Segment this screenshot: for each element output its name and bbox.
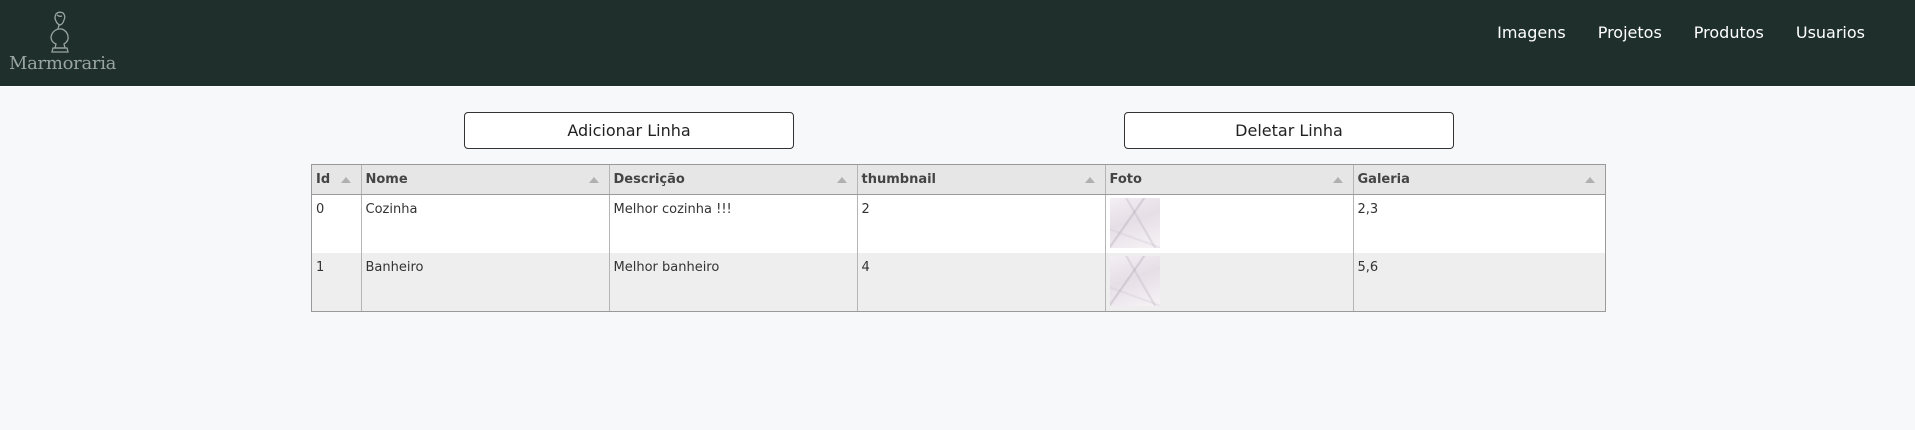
table-row[interactable]: 0 Cozinha Melhor cozinha !!! 2 2,3 [312, 194, 1605, 253]
nav-item-produtos[interactable]: Produtos [1694, 23, 1764, 42]
cell-galeria[interactable]: 2,3 [1353, 194, 1605, 253]
navbar: Marmoraria Imagens Projetos Produtos Usu… [0, 0, 1915, 87]
cell-nome[interactable]: Cozinha [361, 194, 610, 253]
sort-arrow-icon[interactable] [340, 177, 351, 183]
sort-arrow-icon[interactable] [1585, 177, 1595, 183]
cell-nome[interactable]: Banheiro [361, 252, 610, 311]
sort-arrow-icon[interactable] [588, 177, 599, 183]
cell-descricao[interactable]: Melhor banheiro [609, 252, 858, 311]
cell-foto[interactable] [1105, 194, 1354, 253]
column-header-galeria[interactable]: Galeria [1353, 165, 1605, 195]
data-grid: Id Nome Descrição thumbnail Foto Galeria… [311, 164, 1606, 312]
column-header-label: Galeria [1357, 172, 1410, 187]
table-row[interactable]: 1 Banheiro Melhor banheiro 4 5,6 [312, 252, 1605, 311]
cell-thumbnail[interactable]: 4 [857, 252, 1106, 311]
column-header-thumbnail[interactable]: thumbnail [857, 165, 1106, 195]
cell-galeria[interactable]: 5,6 [1353, 252, 1605, 311]
brand[interactable]: Marmoraria [9, 10, 119, 76]
brand-name: Marmoraria [9, 53, 117, 74]
column-header-label: Foto [1109, 172, 1142, 187]
column-header-label: thumbnail [861, 172, 937, 187]
delete-row-button[interactable]: Deletar Linha [1124, 112, 1454, 149]
sort-arrow-icon[interactable] [1332, 177, 1343, 183]
nav-item-projetos[interactable]: Projetos [1598, 23, 1662, 42]
column-header-foto[interactable]: Foto [1105, 165, 1354, 195]
cell-descricao[interactable]: Melhor cozinha !!! [609, 194, 858, 253]
sort-arrow-icon[interactable] [1084, 177, 1095, 183]
add-row-button[interactable]: Adicionar Linha [464, 112, 794, 149]
bust-statue-icon [50, 11, 69, 53]
cell-id[interactable]: 1 [312, 252, 362, 311]
marble-thumbnail [1109, 198, 1160, 248]
column-header-nome[interactable]: Nome [361, 165, 610, 195]
nav-item-usuarios[interactable]: Usuarios [1796, 23, 1865, 42]
column-header-label: Nome [365, 172, 408, 187]
sort-arrow-icon[interactable] [836, 177, 847, 183]
column-header-label: Descrição [613, 172, 685, 187]
column-header-label: Id [316, 172, 331, 187]
nav-item-imagens[interactable]: Imagens [1497, 23, 1566, 42]
cell-id[interactable]: 0 [312, 194, 362, 253]
cell-foto[interactable] [1105, 252, 1354, 311]
column-header-id[interactable]: Id [312, 165, 362, 195]
nav-links: Imagens Projetos Produtos Usuarios [1465, 0, 1865, 64]
data-table: Id Nome Descrição thumbnail Foto Galeria… [312, 165, 1605, 311]
header-row: Id Nome Descrição thumbnail Foto Galeria [312, 165, 1605, 195]
marble-thumbnail [1109, 255, 1160, 306]
column-header-descricao[interactable]: Descrição [609, 165, 858, 195]
cell-thumbnail[interactable]: 2 [857, 194, 1106, 253]
